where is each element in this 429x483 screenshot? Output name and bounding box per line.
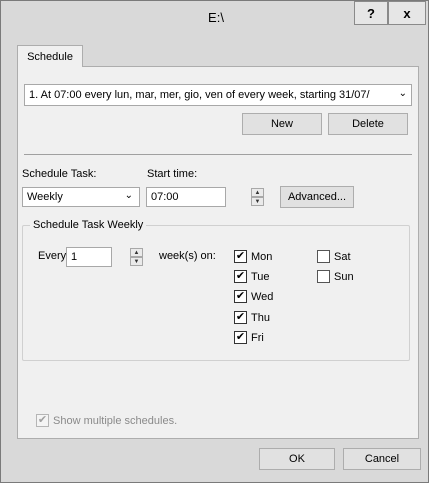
chevron-down-icon: ⌄ <box>124 190 133 201</box>
start-time-spinner[interactable]: ▲ ▼ <box>251 188 264 207</box>
start-time-value: 07:00 <box>151 191 179 203</box>
ok-button[interactable]: OK <box>259 448 335 470</box>
checkbox-show-multiple[interactable]: ✔ <box>36 414 49 427</box>
start-time-input[interactable]: 07:00 <box>146 187 226 207</box>
day-checkbox-mon[interactable]: ✔ Mon <box>234 250 272 263</box>
checkbox-fri[interactable]: ✔ <box>234 331 247 344</box>
ok-button-label: OK <box>289 453 305 465</box>
cancel-button[interactable]: Cancel <box>343 448 421 470</box>
day-label-thu: Thu <box>251 311 270 324</box>
schedule-tab-panel: 1. At 07:00 every lun, mar, mer, gio, ve… <box>17 66 419 439</box>
schedule-list-combobox[interactable]: 1. At 07:00 every lun, mar, mer, gio, ve… <box>24 84 412 106</box>
every-weeks-value: 1 <box>71 251 78 263</box>
spin-down-icon[interactable]: ▼ <box>251 197 264 206</box>
day-label-tue: Tue <box>251 270 270 283</box>
day-label-fri: Fri <box>251 331 264 344</box>
day-checkbox-fri[interactable]: ✔ Fri <box>234 331 264 344</box>
day-checkbox-thu[interactable]: ✔ Thu <box>234 311 270 324</box>
show-multiple-label: Show multiple schedules. <box>53 414 178 427</box>
day-checkbox-sat[interactable]: Sat <box>317 250 351 263</box>
separator <box>24 154 412 155</box>
day-label-sat: Sat <box>334 250 351 263</box>
day-label-sun: Sun <box>334 270 354 283</box>
new-button[interactable]: New <box>242 113 322 135</box>
checkbox-sat[interactable] <box>317 250 330 263</box>
advanced-button-label: Advanced... <box>287 191 347 203</box>
help-button[interactable]: ? <box>354 1 388 25</box>
cancel-button-label: Cancel <box>364 453 400 465</box>
close-icon: x <box>403 5 411 21</box>
every-weeks-spinner[interactable]: ▲ ▼ <box>130 248 143 267</box>
schedule-task-value: Weekly <box>27 191 63 203</box>
checkbox-thu[interactable]: ✔ <box>234 311 247 324</box>
tab-schedule-label: Schedule <box>27 50 73 63</box>
day-checkbox-tue[interactable]: ✔ Tue <box>234 270 270 283</box>
title-bar: E:\ ? x <box>1 1 428 32</box>
schedule-list-value: 1. At 07:00 every lun, mar, mer, gio, ve… <box>29 89 370 101</box>
close-button[interactable]: x <box>388 1 426 25</box>
new-button-label: New <box>270 118 293 130</box>
group-title: Schedule Task Weekly <box>30 219 147 231</box>
schedule-task-select[interactable]: Weekly ⌄ <box>22 187 140 207</box>
schedule-task-label: Schedule Task: <box>22 168 97 180</box>
advanced-button[interactable]: Advanced... <box>280 186 354 208</box>
spin-up-icon[interactable]: ▲ <box>130 248 143 257</box>
day-checkbox-wed[interactable]: ✔ Wed <box>234 290 273 303</box>
schedule-task-weekly-group <box>22 225 410 361</box>
show-multiple-schedules[interactable]: ✔ Show multiple schedules. <box>36 414 177 427</box>
every-weeks-input[interactable]: 1 <box>66 247 112 267</box>
checkbox-tue[interactable]: ✔ <box>234 270 247 283</box>
day-label-mon: Mon <box>251 250 273 263</box>
help-icon: ? <box>367 5 375 21</box>
chevron-down-icon: ⌄ <box>398 88 407 99</box>
delete-button[interactable]: Delete <box>328 113 408 135</box>
weeks-on-label: week(s) on: <box>159 250 216 262</box>
day-checkbox-sun[interactable]: Sun <box>317 270 354 283</box>
spin-down-icon[interactable]: ▼ <box>130 257 143 266</box>
every-label: Every <box>38 250 67 262</box>
checkbox-mon[interactable]: ✔ <box>234 250 247 263</box>
delete-button-label: Delete <box>352 118 384 130</box>
tab-schedule[interactable]: Schedule <box>17 45 83 67</box>
dialog-window: E:\ ? x Schedule 1. At 07:00 every lun, … <box>0 0 429 483</box>
start-time-label: Start time: <box>147 168 198 180</box>
window-title: E:\ <box>208 10 224 25</box>
checkbox-sun[interactable] <box>317 270 330 283</box>
checkbox-wed[interactable]: ✔ <box>234 290 247 303</box>
day-label-wed: Wed <box>251 290 274 303</box>
spin-up-icon[interactable]: ▲ <box>251 188 264 197</box>
